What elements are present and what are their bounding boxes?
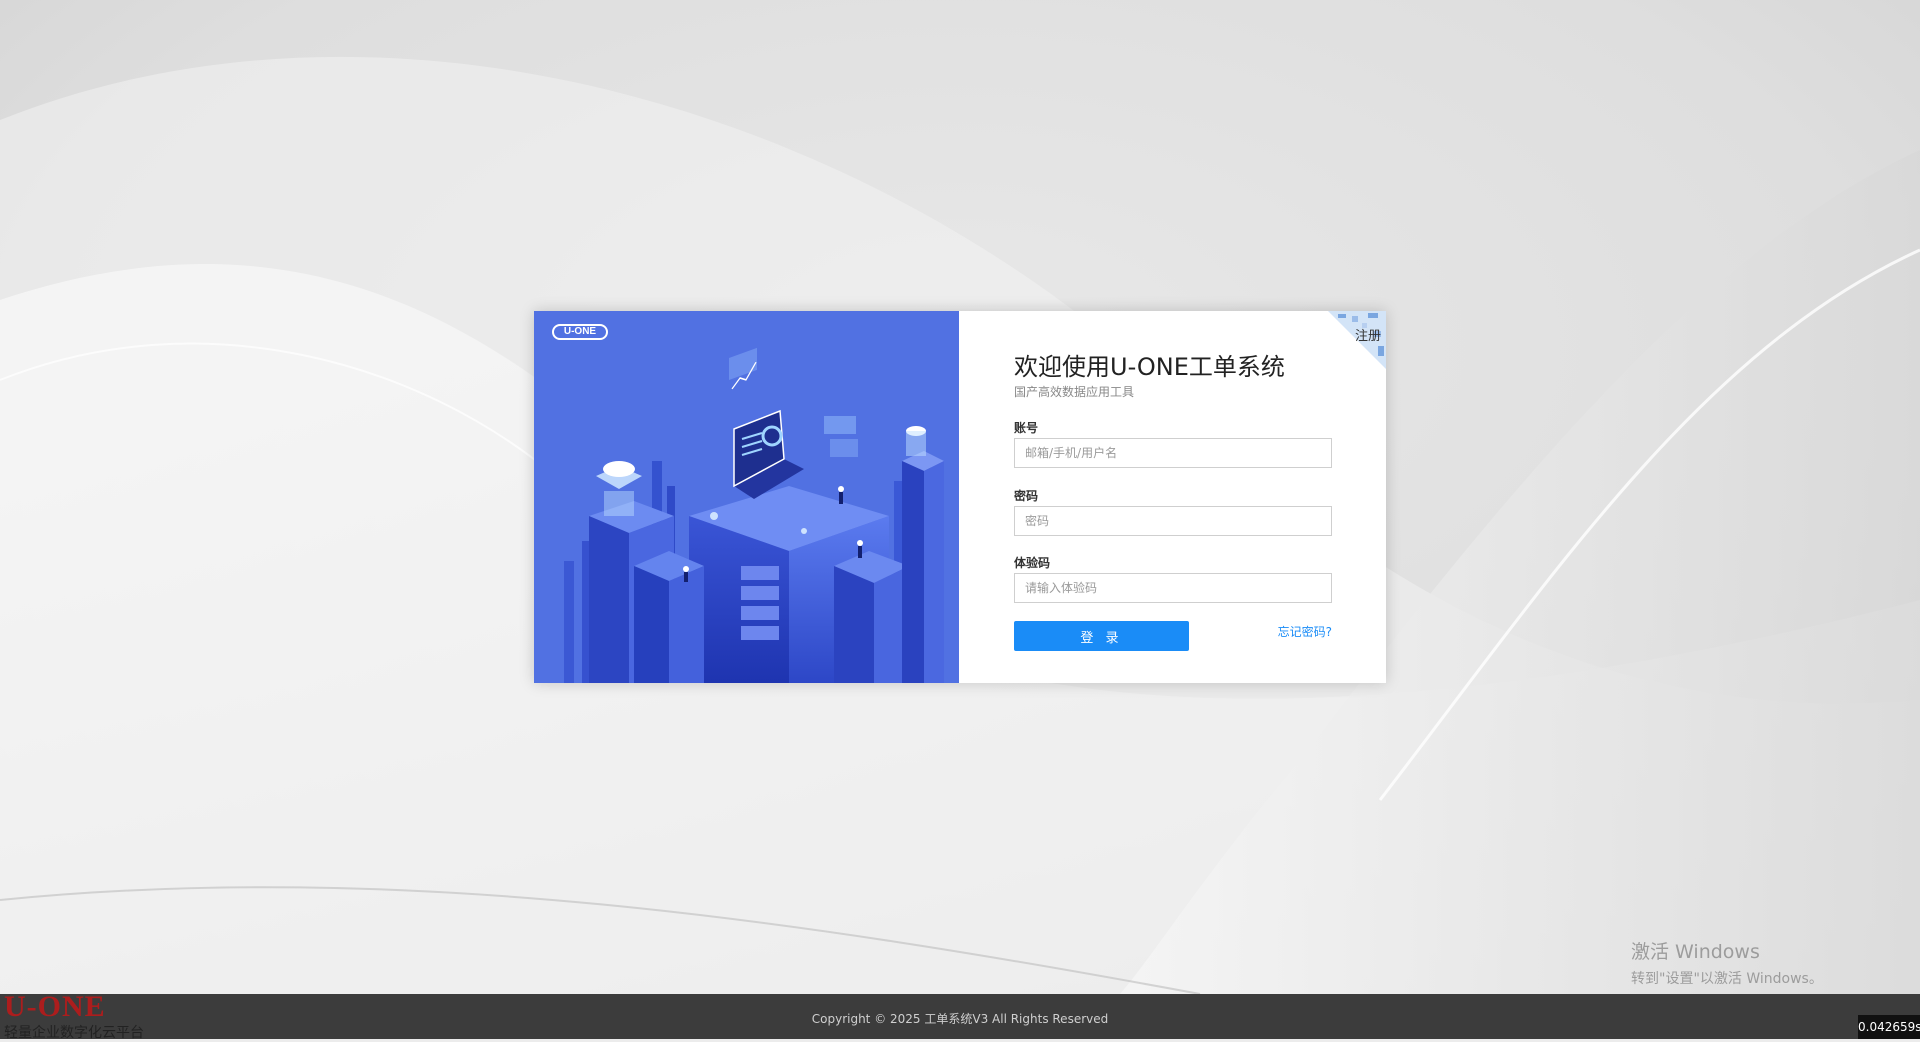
footer: Copyright © 2025 工单系统V3 All Rights Reser… <box>0 994 1920 1039</box>
corner-slogan: 轻量企业数字化云平台 <box>4 1025 144 1041</box>
brand-logo: U-ONE <box>552 324 608 340</box>
windows-activation-subtitle: 转到"设置"以激活 Windows。 <box>1631 971 1823 987</box>
trial-code-input[interactable] <box>1014 573 1332 603</box>
illustration-panel: U-ONE <box>534 311 959 683</box>
corner-logo-text: U-ONE <box>4 990 106 1023</box>
login-form-panel: 注册 欢迎使用U-ONE工单系统 国产高效数据应用工具 账号 密码 体验码 登 … <box>959 311 1386 683</box>
login-button[interactable]: 登 录 <box>1014 621 1189 651</box>
password-input[interactable] <box>1014 506 1332 536</box>
account-input[interactable] <box>1014 438 1332 468</box>
login-subtitle: 国产高效数据应用工具 <box>1014 385 1135 399</box>
windows-activation-watermark: 激活 Windows 转到"设置"以激活 Windows。 <box>1631 937 1823 988</box>
forgot-password-link[interactable]: 忘记密码? <box>1278 623 1332 640</box>
login-card: U-ONE 注册 欢迎使用U-ONE工单系统 国产高效数据应用工具 账号 密码 … <box>534 311 1386 683</box>
trial-code-label: 体验码 <box>1014 556 1051 570</box>
windows-activation-title: 激活 Windows <box>1631 941 1760 963</box>
account-label: 账号 <box>1014 421 1039 435</box>
register-link[interactable]: 注册 <box>1355 325 1381 344</box>
password-label: 密码 <box>1014 489 1039 503</box>
copyright-text: Copyright © 2025 工单系统V3 All Rights Reser… <box>811 1012 1109 1026</box>
corner-logo: U-ONE <box>4 990 106 1024</box>
isometric-city-illustration <box>534 311 959 683</box>
render-timer: 0.042659s <box>1858 1015 1920 1039</box>
login-title: 欢迎使用U-ONE工单系统 <box>1014 353 1285 381</box>
